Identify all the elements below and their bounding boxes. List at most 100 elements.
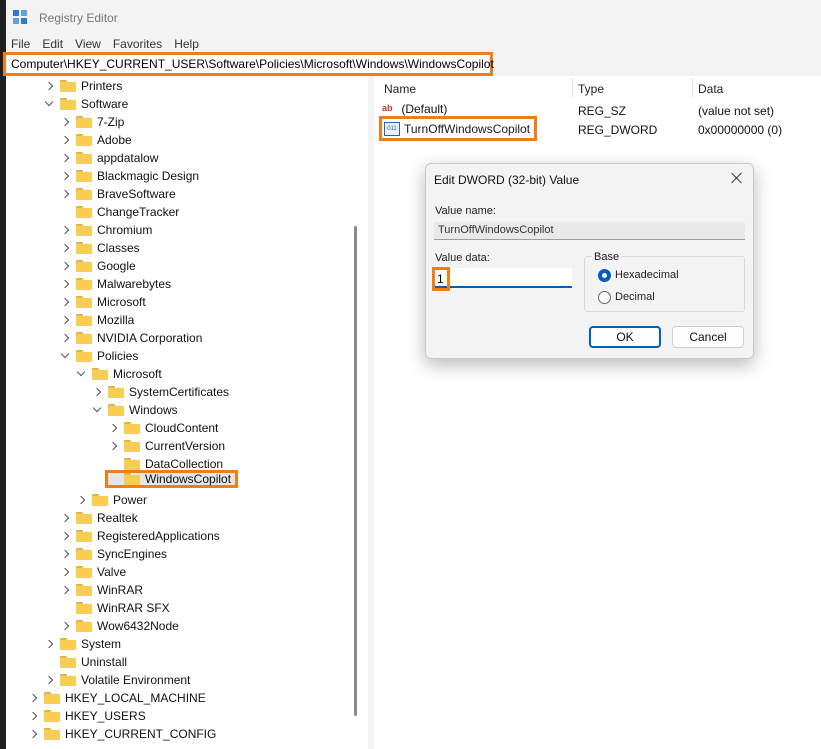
value-data-text[interactable]: 1: [432, 267, 450, 291]
tree-node[interactable]: WinRAR SFX: [60, 599, 170, 617]
column-separator[interactable]: [692, 78, 693, 98]
chevron-right-icon[interactable]: [60, 513, 70, 523]
chevron-right-icon[interactable]: [60, 243, 70, 253]
ok-button[interactable]: OK: [589, 326, 661, 348]
chevron-right-icon[interactable]: [60, 189, 70, 199]
tree-node[interactable]: Malwarebytes: [60, 275, 171, 293]
menu-view[interactable]: View: [75, 37, 101, 51]
chevron-right-icon[interactable]: [28, 729, 38, 739]
chevron-right-icon[interactable]: [60, 135, 70, 145]
tree-node[interactable]: System: [44, 635, 121, 653]
column-header-type[interactable]: Type: [578, 82, 604, 96]
tree-node[interactable]: Microsoft: [76, 365, 162, 383]
tree-node[interactable]: Volatile Environment: [44, 671, 190, 689]
key-tree: Printers Software 7-Zip Adobe appdatalow Blac…: [6, 76, 366, 749]
chevron-right-icon[interactable]: [44, 81, 54, 91]
tree-node[interactable]: Chromium: [60, 221, 152, 239]
chevron-right-icon[interactable]: [60, 117, 70, 127]
chevron-right-icon[interactable]: [108, 441, 118, 451]
chevron-right-icon[interactable]: [92, 387, 102, 397]
chevron-down-icon[interactable]: [92, 405, 102, 415]
column-separator[interactable]: [572, 78, 573, 98]
tree-node[interactable]: 7-Zip: [60, 113, 124, 131]
tree-node-label: System: [81, 637, 122, 651]
tree-node[interactable]: WinRAR: [60, 581, 143, 599]
tree-node[interactable]: Policies: [60, 347, 138, 365]
tree-node[interactable]: Power: [76, 491, 147, 509]
tree-node[interactable]: CurrentVersion: [108, 437, 225, 455]
tree-node[interactable]: Wow6432Node: [60, 617, 179, 635]
chevron-right-icon[interactable]: [60, 567, 70, 577]
tree-scrollbar[interactable]: [354, 226, 357, 716]
chevron-right-icon[interactable]: [76, 495, 86, 505]
tree-node[interactable]: HKEY_USERS: [28, 707, 146, 725]
menu-file[interactable]: File: [11, 37, 30, 51]
value-data-input[interactable]: [434, 268, 572, 288]
tree-node[interactable]: BraveSoftware: [60, 185, 176, 203]
tree-node[interactable]: Software: [44, 95, 128, 113]
chevron-right-icon[interactable]: [60, 315, 70, 325]
tree-node[interactable]: WindowsCopilot: [105, 470, 239, 488]
chevron-right-icon[interactable]: [60, 621, 70, 631]
chevron-right-icon[interactable]: [60, 531, 70, 541]
tree-node[interactable]: HKEY_LOCAL_MACHINE: [28, 689, 206, 707]
tree-node[interactable]: Classes: [60, 239, 140, 257]
tree-node[interactable]: Valve: [60, 563, 126, 581]
value-row-default[interactable]: ab (Default): [382, 102, 447, 117]
column-header-data[interactable]: Data: [698, 82, 723, 96]
chevron-right-icon[interactable]: [60, 171, 70, 181]
chevron-down-icon[interactable]: [60, 351, 70, 361]
tree-node[interactable]: NVIDIA Corporation: [60, 329, 202, 347]
tree-node[interactable]: SyncEngines: [60, 545, 167, 563]
tree-node[interactable]: Uninstall: [44, 653, 127, 671]
tree-node[interactable]: RegisteredApplications: [60, 527, 220, 545]
column-header-name[interactable]: Name: [384, 82, 416, 96]
value-row-turnoffwindowscopilot[interactable]: 011 TurnOffWindowsCopilot: [379, 116, 537, 141]
menu-edit[interactable]: Edit: [42, 37, 63, 51]
chevron-down-icon[interactable]: [44, 99, 54, 109]
dialog-title: Edit DWORD (32-bit) Value: [434, 173, 580, 187]
folder-icon: [108, 386, 124, 398]
tree-node[interactable]: HKEY_CURRENT_CONFIG: [28, 725, 216, 743]
menu-favorites[interactable]: Favorites: [113, 37, 162, 51]
close-icon[interactable]: [729, 170, 745, 186]
tree-node[interactable]: appdatalow: [60, 149, 158, 167]
tree-node-label: CloudContent: [145, 421, 219, 435]
tree-node[interactable]: Realtek: [60, 509, 138, 527]
chevron-down-icon[interactable]: [76, 369, 86, 379]
chevron-right-icon[interactable]: [60, 279, 70, 289]
address-bar[interactable]: Computer\HKEY_CURRENT_USER\Software\Poli…: [3, 52, 494, 76]
tree-node[interactable]: CloudContent: [108, 419, 218, 437]
chevron-right-icon[interactable]: [60, 225, 70, 235]
chevron-right-icon[interactable]: [60, 333, 70, 343]
chevron-right-icon[interactable]: [108, 423, 118, 433]
chevron-right-icon[interactable]: [28, 711, 38, 721]
tree-node[interactable]: Windows: [92, 401, 178, 419]
decimal-label[interactable]: Decimal: [615, 291, 655, 303]
chevron-right-icon[interactable]: [44, 675, 54, 685]
chevron-right-icon[interactable]: [60, 153, 70, 163]
tree-node[interactable]: Printers: [44, 77, 122, 95]
decimal-radio[interactable]: [598, 291, 611, 304]
tree-node[interactable]: SystemCertificates: [92, 383, 229, 401]
hexadecimal-label[interactable]: Hexadecimal: [615, 269, 679, 281]
chevron-right-icon[interactable]: [28, 693, 38, 703]
tree-node[interactable]: Microsoft: [60, 293, 146, 311]
chevron-right-icon[interactable]: [60, 549, 70, 559]
hexadecimal-radio[interactable]: [598, 269, 611, 282]
menu-help[interactable]: Help: [174, 37, 199, 51]
chevron-right-icon[interactable]: [60, 261, 70, 271]
folder-icon: [76, 350, 92, 362]
tree-node[interactable]: Blackmagic Design: [60, 167, 199, 185]
tree-node[interactable]: Google: [60, 257, 136, 275]
tree-node[interactable]: Mozilla: [60, 311, 134, 329]
tree-node-label: Microsoft: [113, 367, 162, 381]
chevron-right-icon[interactable]: [60, 585, 70, 595]
tree-node-label: Valve: [97, 565, 127, 579]
tree-node[interactable]: ChangeTracker: [60, 203, 179, 221]
chevron-right-icon[interactable]: [60, 297, 70, 307]
tree-node[interactable]: Adobe: [60, 131, 132, 149]
cancel-button[interactable]: Cancel: [672, 326, 744, 348]
chevron-right-icon[interactable]: [44, 639, 54, 649]
tree-node-label: DataCollection: [145, 457, 224, 471]
